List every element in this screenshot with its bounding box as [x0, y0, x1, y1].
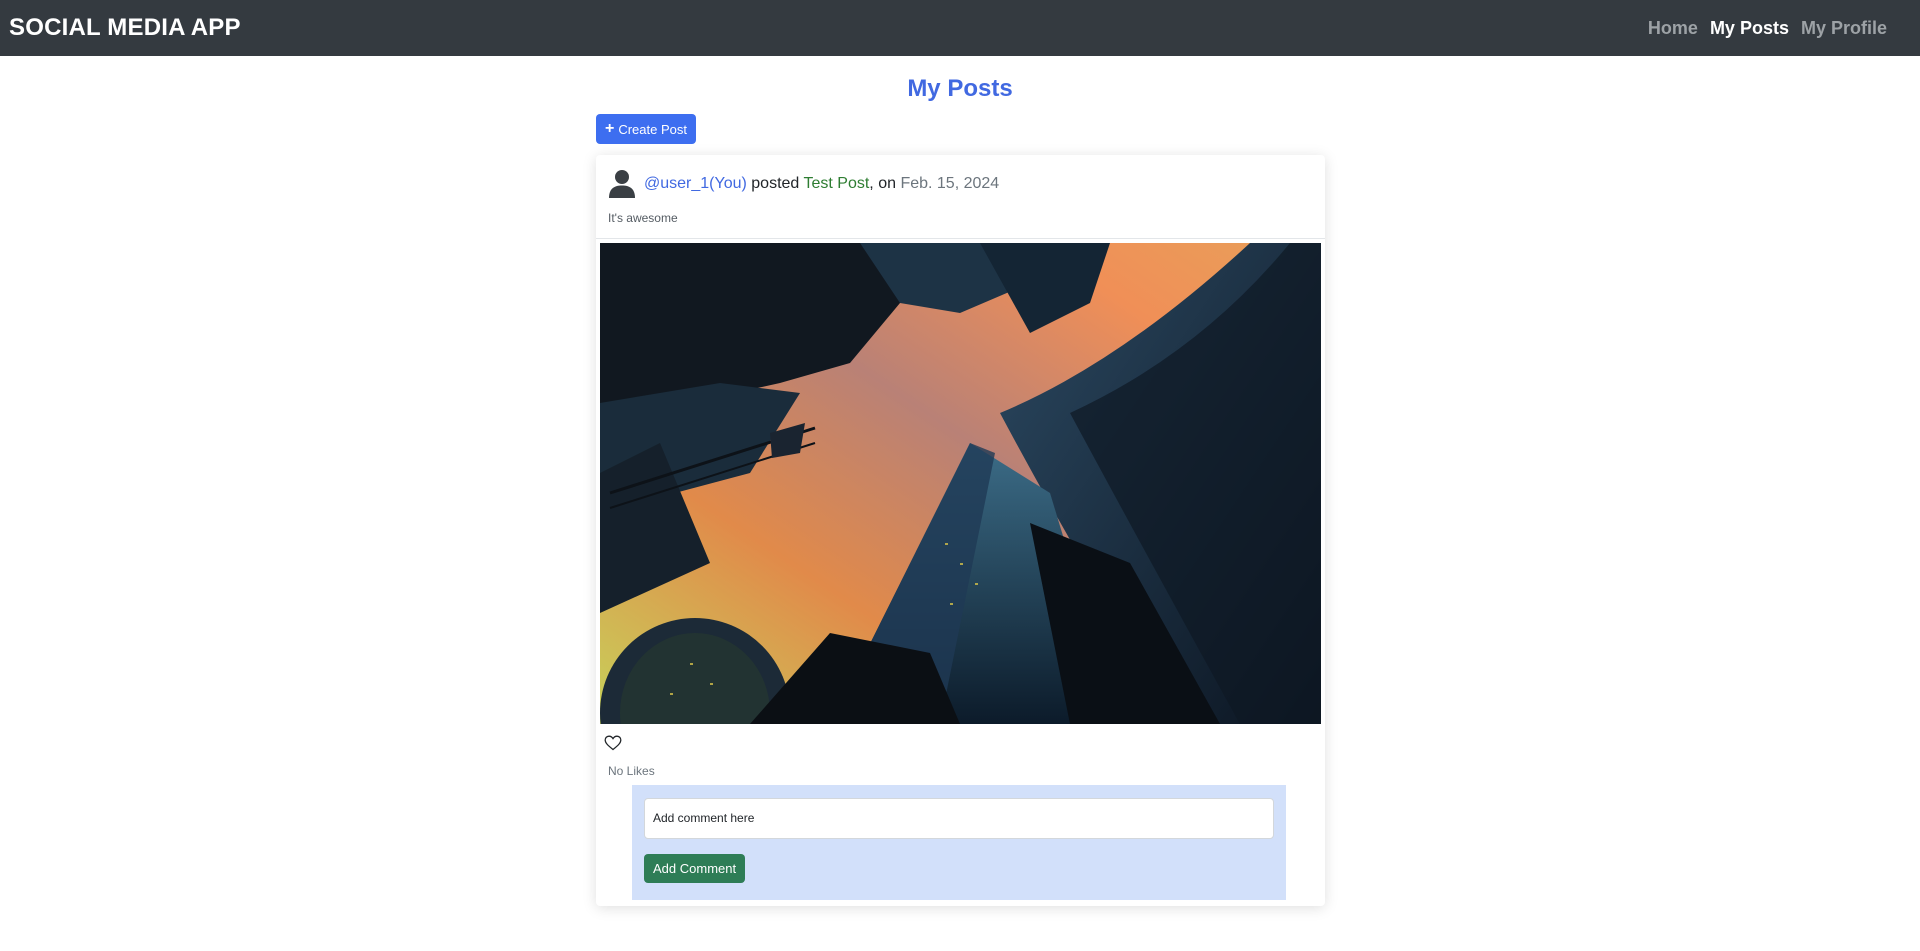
- post-date: Feb. 15, 2024: [900, 175, 1000, 192]
- plus-icon: +: [605, 120, 615, 137]
- post-image: [600, 243, 1321, 724]
- comment-input[interactable]: [644, 798, 1274, 839]
- on-word: , on: [869, 175, 896, 192]
- nav-link-my-posts[interactable]: My Posts: [1710, 18, 1789, 39]
- user-avatar-icon: [608, 169, 636, 199]
- add-comment-button[interactable]: Add Comment: [644, 854, 746, 883]
- heart-outline-icon[interactable]: [604, 735, 622, 756]
- posted-word: posted: [751, 175, 800, 192]
- post-username-link[interactable]: @user_1(You): [644, 175, 747, 192]
- navbar: SOCIAL MEDIA APP Home My Posts My Profil…: [0, 0, 1920, 56]
- comment-form: Add Comment: [632, 785, 1286, 900]
- divider: [596, 238, 1325, 239]
- nav-links: Home My Posts My Profile: [1648, 18, 1887, 39]
- post-description: It's awesome: [608, 211, 678, 225]
- likes-count: No Likes: [608, 764, 655, 778]
- post-header: @user_1(You) posted Test Post, on Feb. 1…: [608, 169, 999, 199]
- post-card: @user_1(You) posted Test Post, on Feb. 1…: [596, 155, 1325, 906]
- create-post-label: Create Post: [618, 121, 687, 137]
- page-title: My Posts: [907, 75, 1013, 102]
- nav-link-home[interactable]: Home: [1648, 18, 1698, 39]
- create-post-button[interactable]: + Create Post: [596, 114, 696, 144]
- nav-link-my-profile[interactable]: My Profile: [1801, 18, 1887, 39]
- post-title: Test Post: [803, 175, 870, 192]
- brand-logo[interactable]: SOCIAL MEDIA APP: [9, 14, 241, 42]
